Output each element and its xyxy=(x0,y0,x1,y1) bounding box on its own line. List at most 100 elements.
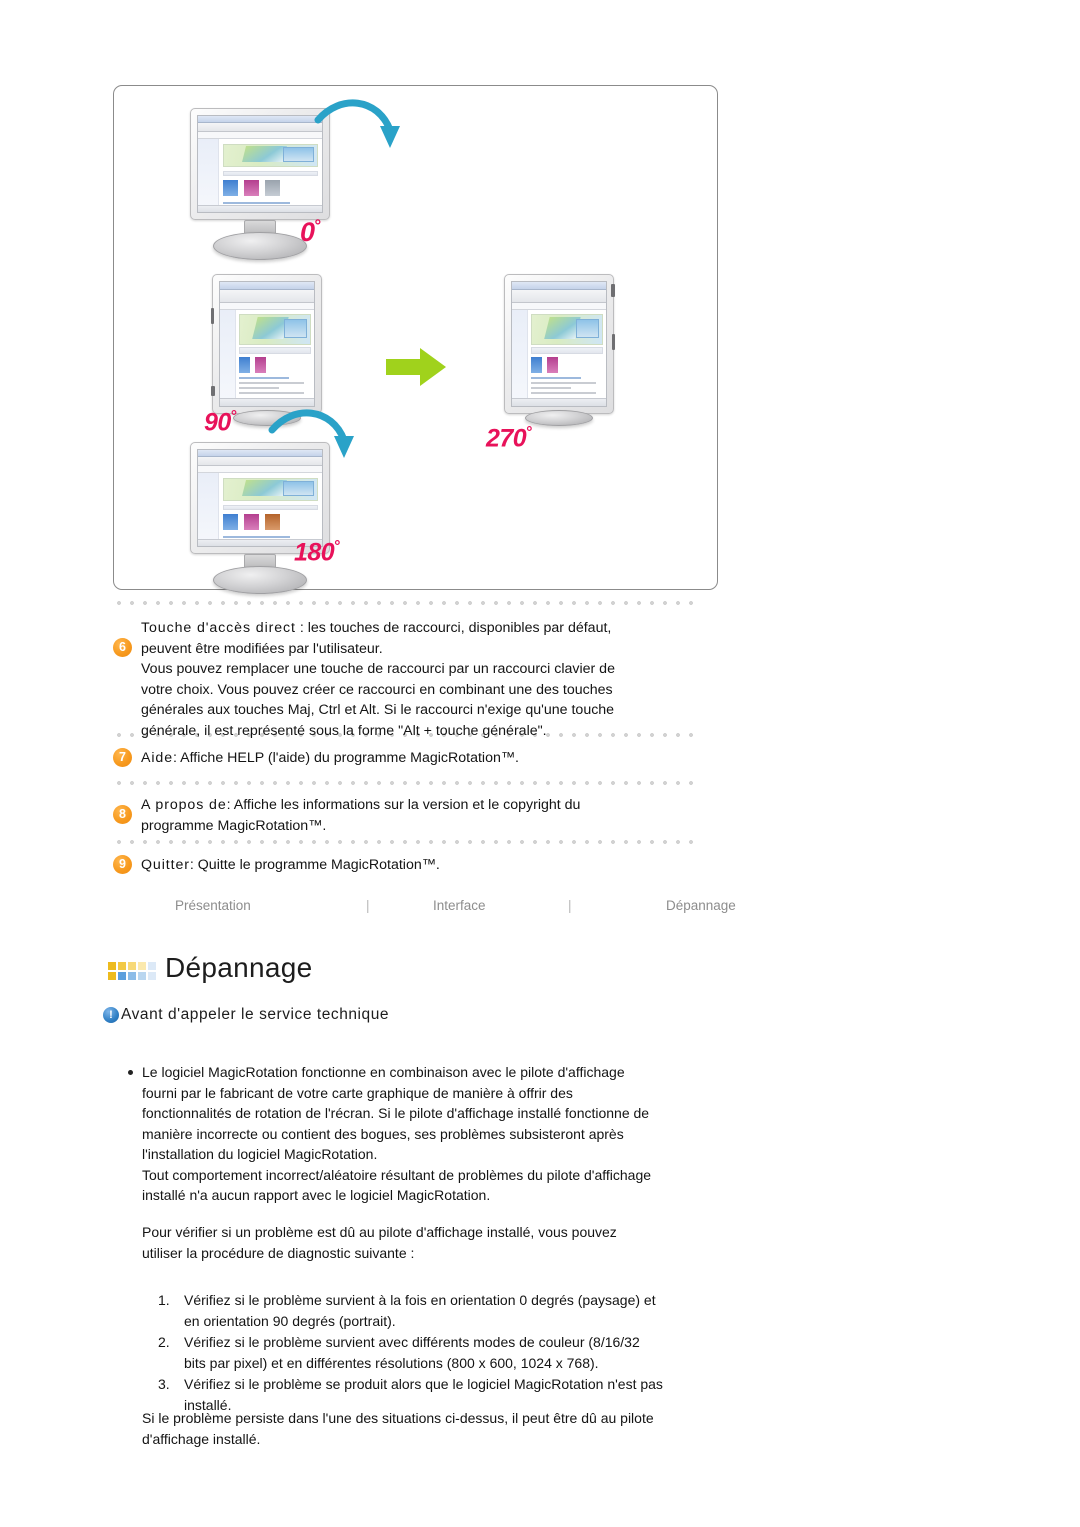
item-label: Touche d'accès direct xyxy=(141,620,296,636)
screen-sidebar xyxy=(198,472,219,546)
degree-label-180: 180° xyxy=(294,538,340,567)
item-label: Aide xyxy=(141,750,173,766)
item-line: générale, il est représenté sous la form… xyxy=(141,722,547,739)
screen-tile xyxy=(546,357,559,374)
screen-titlebar xyxy=(512,282,606,291)
screen-tile xyxy=(264,514,280,531)
step-number: 3. xyxy=(158,1376,170,1392)
step-text: Vérifiez si le problème survient à la fo… xyxy=(184,1290,738,1331)
list-item-8: 8 A propos de: Affiche les informations … xyxy=(113,795,713,836)
monitor-bezel xyxy=(190,108,330,220)
screen-sidebar xyxy=(220,310,237,406)
screen-hero-banner xyxy=(222,477,319,501)
monitor-screen xyxy=(197,449,323,547)
monitor-270-degrees xyxy=(504,274,615,426)
text-line: fourni par le fabricant de votre carte g… xyxy=(142,1084,573,1101)
nav-link-interface[interactable]: Interface xyxy=(433,898,486,913)
nav-link-depannage[interactable]: Dépannage xyxy=(666,898,736,913)
screen-tiles xyxy=(530,357,603,374)
item-number-badge: 9 xyxy=(113,855,132,874)
text-line: utiliser la procédure de diagnostic suiv… xyxy=(142,1244,415,1261)
divider-dotted xyxy=(117,781,695,785)
screen-tiles xyxy=(222,180,319,197)
rotation-arrow-0-to-90 xyxy=(314,99,400,148)
monitor-90-degrees xyxy=(211,274,322,426)
text-line: fonctionnalités de rotation de l'récran.… xyxy=(142,1105,650,1121)
screen-body xyxy=(220,310,314,406)
monitor-base xyxy=(213,566,307,594)
screen-row-bar xyxy=(222,504,319,511)
screen-row-bar xyxy=(222,170,319,177)
section-heading: Dépannage xyxy=(108,952,313,984)
item-text: Quitter: Quitte le programme MagicRotati… xyxy=(141,855,440,876)
monitor-base xyxy=(213,232,307,260)
screen-statusbar xyxy=(198,205,322,212)
screen-tile xyxy=(254,357,267,374)
bullet-row: Le logiciel MagicRotation fonctionne en … xyxy=(128,1062,728,1206)
screen-row-bar xyxy=(530,347,604,355)
rotation-illustration-frame: 0° 90° 270° 180° xyxy=(113,85,718,594)
item-line: : Affiche HELP (l'aide) du programme Mag… xyxy=(173,750,519,766)
item-line: : Affiche les informations sur la versio… xyxy=(226,797,581,813)
degree-label-0: 0° xyxy=(300,216,321,247)
bullet-dot-icon xyxy=(128,1070,133,1075)
screen-sidebar xyxy=(512,310,529,406)
screen-main xyxy=(528,310,606,406)
screen-tile xyxy=(222,180,238,197)
monitor-bezel xyxy=(212,274,322,414)
screen-hero-banner xyxy=(530,314,604,345)
screen-tile xyxy=(264,180,280,197)
screen-titlebar xyxy=(198,116,322,123)
screen-body xyxy=(512,310,606,406)
page-title: Dépannage xyxy=(165,952,313,983)
text-line: Vérifiez si le problème se produit alors… xyxy=(184,1376,663,1392)
screen-main xyxy=(219,139,322,212)
screen-text-lines xyxy=(530,377,603,395)
screen-tile xyxy=(238,357,251,374)
monitor-side-button xyxy=(612,334,615,350)
screen-hero-banner xyxy=(238,314,312,345)
item-line: votre choix. Vous pouvez créer ce raccou… xyxy=(141,681,613,698)
text-line: Tout comportement incorrect/aléatoire ré… xyxy=(142,1166,652,1183)
bullet-paragraph-1: Le logiciel MagicRotation fonctionne en … xyxy=(128,1062,728,1206)
nav-link-presentation[interactable]: Présentation xyxy=(175,898,251,913)
step-text: Vérifiez si le problème survient avec di… xyxy=(184,1332,738,1373)
nav-separator: | xyxy=(366,898,370,913)
screen-tile xyxy=(243,514,259,531)
list-item: 1. Vérifiez si le problème survient à la… xyxy=(158,1290,738,1331)
screen-statusbar xyxy=(512,397,606,406)
text-line: installé n'a aucun rapport avec le logic… xyxy=(142,1187,491,1203)
text-line: d'affichage installé. xyxy=(142,1430,261,1447)
list-item-6: 6 Touche d'accès direct : les touches de… xyxy=(113,618,713,741)
page-navigation: Présentation | Interface | Dépannage xyxy=(113,898,813,924)
text-line: manière incorrecte ou contient des bogue… xyxy=(142,1125,624,1142)
text-line: Si le problème persiste dans l'une des s… xyxy=(142,1410,654,1426)
degree-label-270: 270° xyxy=(486,424,532,453)
item-line: Vous pouvez remplacer une touche de racc… xyxy=(141,661,615,677)
monitor-side-button xyxy=(611,284,615,297)
screen-main xyxy=(219,473,322,546)
text-line: bits par pixel) et en différentes résolu… xyxy=(184,1354,599,1371)
screen-titlebar xyxy=(198,450,322,457)
item-number-badge: 6 xyxy=(113,638,132,657)
step-number: 2. xyxy=(158,1334,170,1350)
list-item: 2. Vérifiez si le problème survient avec… xyxy=(158,1332,738,1373)
screen-tile xyxy=(222,514,238,531)
screen-text-lines xyxy=(238,377,311,395)
screen-row-bar xyxy=(238,347,312,355)
info-icon: ! xyxy=(103,1007,119,1023)
screen-sidebar xyxy=(198,138,219,212)
divider-dotted xyxy=(117,840,695,844)
subsection-heading: ! Avant d'appeler le service technique xyxy=(103,1006,389,1024)
subsection-title: Avant d'appeler le service technique xyxy=(121,1006,390,1023)
transition-arrow-90-to-270 xyxy=(386,348,446,386)
monitor-screen xyxy=(197,115,323,213)
degree-label-90: 90° xyxy=(204,408,237,437)
paragraph-text: Le logiciel MagicRotation fonctionne en … xyxy=(142,1062,651,1206)
text-line: Pour vérifier si un problème est dû au p… xyxy=(142,1224,617,1240)
text-line: Le logiciel MagicRotation fonctionne en … xyxy=(142,1064,625,1080)
closing-paragraph: Si le problème persiste dans l'une des s… xyxy=(142,1408,762,1449)
screen-tiles xyxy=(238,357,311,374)
screen-toolbar xyxy=(512,290,606,303)
screen-toolbar xyxy=(198,122,322,133)
